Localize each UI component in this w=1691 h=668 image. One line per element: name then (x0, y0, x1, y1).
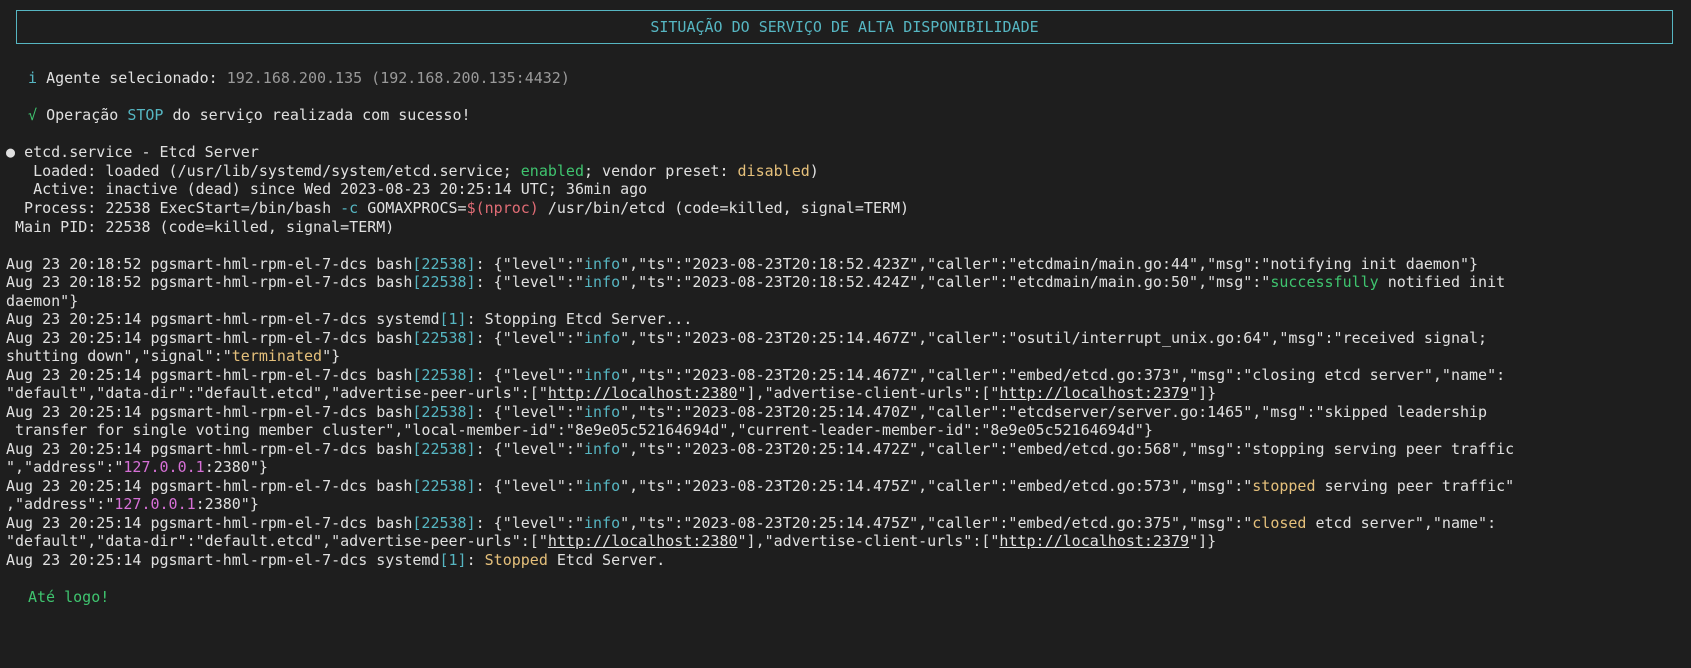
peer-url-link[interactable]: http://localhost:2380 (548, 532, 738, 550)
header-banner: SITUAÇÃO DO SERVIÇO DE ALTA DISPONIBILID… (16, 10, 1673, 44)
log-line: Aug 23 20:25:14 pgsmart-hml-rpm-el-7-dcs… (6, 477, 1515, 495)
operation-name: STOP (127, 106, 164, 124)
service-title-line: ● etcd.service - Etcd Server (6, 143, 259, 161)
client-url-link[interactable]: http://localhost:2379 (999, 532, 1189, 550)
log-line: Aug 23 20:25:14 pgsmart-hml-rpm-el-7-dcs… (6, 310, 693, 328)
log-line-wrap: "default","data-dir":"default.etcd","adv… (6, 384, 1217, 402)
active-line: Active: inactive (dead) since Wed 2023-0… (6, 180, 648, 198)
info-icon: i (28, 69, 38, 87)
check-icon: √ (28, 106, 38, 124)
log-line: Aug 23 20:18:52 pgsmart-hml-rpm-el-7-dcs… (6, 273, 1506, 291)
client-url-link[interactable]: http://localhost:2379 (999, 384, 1189, 402)
mainpid-line: Main PID: 22538 (code=killed, signal=TER… (6, 218, 395, 236)
agent-address: 192.168.200.135 (192.168.200.135:4432) (226, 69, 570, 87)
header-title: SITUAÇÃO DO SERVIÇO DE ALTA DISPONIBILID… (650, 18, 1039, 36)
log-line-wrap: transfer for single voting member cluste… (6, 421, 1153, 439)
log-line-wrap: ,"address":"127.0.0.1:2380"} (6, 495, 259, 513)
log-line: Aug 23 20:25:14 pgsmart-hml-rpm-el-7-dcs… (6, 366, 1506, 384)
log-line-wrap: ","address":"127.0.0.1:2380"} (6, 458, 268, 476)
log-line: Aug 23 20:25:14 pgsmart-hml-rpm-el-7-dcs… (6, 514, 1497, 532)
success-line: √ Operação STOP do serviço realizada com… (28, 106, 471, 124)
log-line: Aug 23 20:18:52 pgsmart-hml-rpm-el-7-dcs… (6, 255, 1479, 273)
bullet-icon: ● (6, 143, 16, 161)
log-line: Aug 23 20:25:14 pgsmart-hml-rpm-el-7-dcs… (6, 403, 1488, 421)
goodbye-message: Até logo! (28, 588, 110, 606)
log-line: Aug 23 20:25:14 pgsmart-hml-rpm-el-7-dcs… (6, 551, 666, 569)
log-line-wrap: shutting down","signal":"terminated"} (6, 347, 341, 365)
log-line: Aug 23 20:25:14 pgsmart-hml-rpm-el-7-dcs… (6, 329, 1488, 347)
agent-info-line: i Agente selecionado: 192.168.200.135 (1… (28, 69, 570, 87)
peer-url-link[interactable]: http://localhost:2380 (548, 384, 738, 402)
log-line: Aug 23 20:25:14 pgsmart-hml-rpm-el-7-dcs… (6, 440, 1515, 458)
log-line-wrap: daemon"} (6, 292, 79, 310)
log-line-wrap: "default","data-dir":"default.etcd","adv… (6, 532, 1217, 550)
loaded-line: Loaded: loaded (/usr/lib/systemd/system/… (6, 162, 819, 180)
process-line: Process: 22538 ExecStart=/bin/bash -c GO… (6, 199, 910, 217)
